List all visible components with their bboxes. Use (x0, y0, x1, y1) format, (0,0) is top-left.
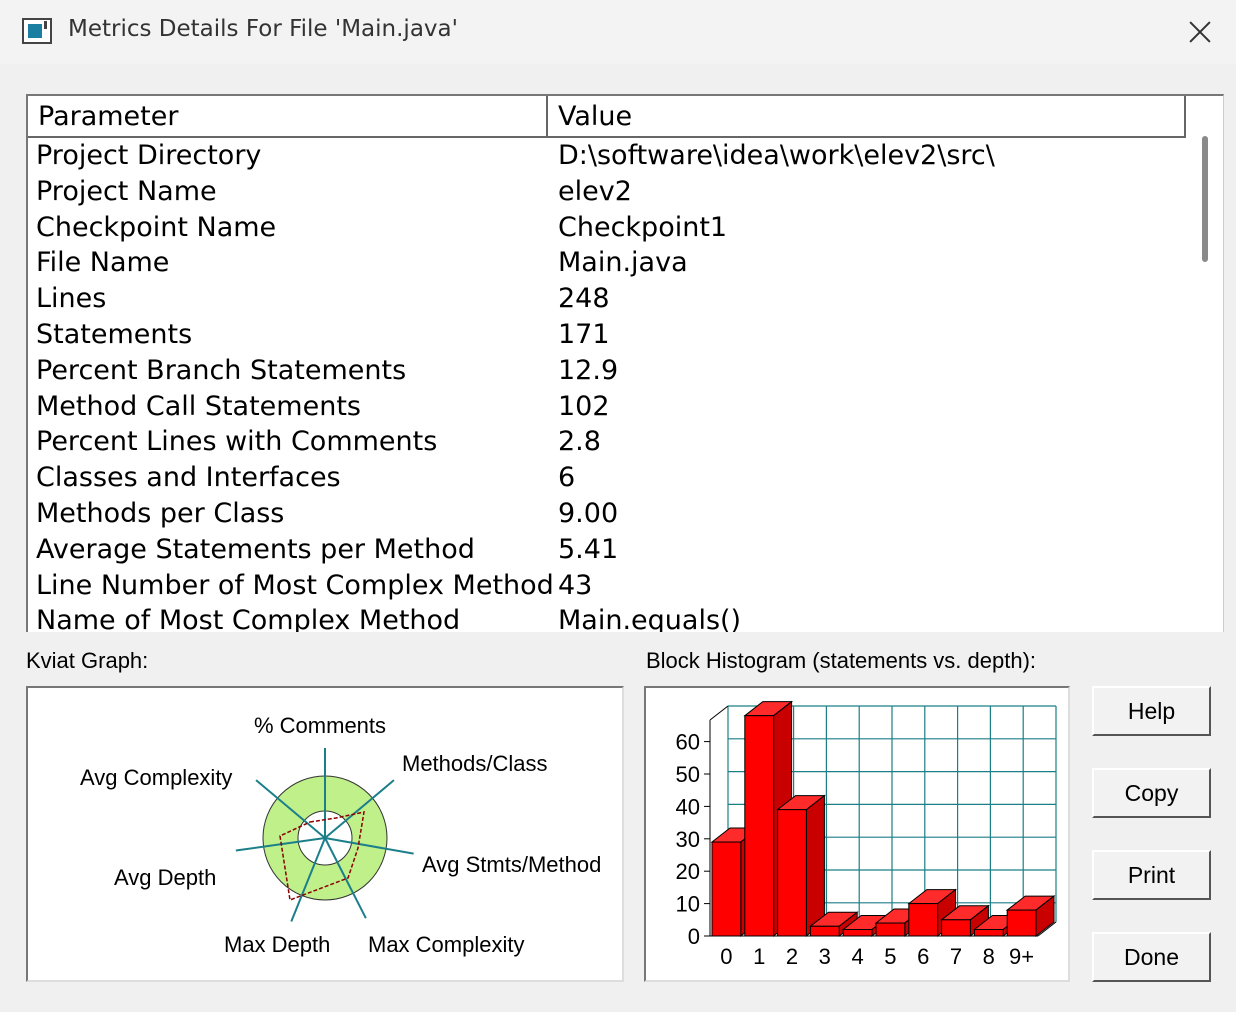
value-cell: elev2 (558, 175, 632, 207)
value-cell: 248 (558, 283, 610, 315)
table-header: Parameter Value (28, 96, 1186, 138)
x-tick-label: 1 (753, 944, 765, 969)
parameter-cell: Checkpoint Name (36, 211, 277, 243)
histogram-label: Block Histogram (statements vs. depth): (646, 648, 1037, 673)
value-cell: 9.00 (558, 497, 619, 529)
parameter-cell: Method Call Statements (36, 390, 361, 422)
table-row[interactable]: File Name Main.java (28, 247, 1186, 283)
kviat-axis-label-max-depth: Max Depth (224, 932, 330, 957)
table-row[interactable]: Line Number of Most Complex Method 43 (28, 570, 1186, 606)
bar (777, 809, 807, 937)
value-cell: Checkpoint1 (558, 211, 728, 243)
parameter-cell: Project Directory (36, 140, 262, 171)
table-row[interactable]: Percent Branch Statements 12.9 (28, 355, 1186, 391)
kviat-axis-label-max-complexity: Max Complexity (368, 932, 524, 957)
kviat-axis-label-avg-complexity: Avg Complexity (80, 765, 232, 790)
parameter-cell: Statements (36, 318, 193, 350)
block-histogram: 01020304050600 1 2 3 4 5 6 7 8 9+ (676, 700, 1057, 969)
bar (1006, 909, 1037, 937)
x-tick-label: 5 (884, 944, 896, 969)
copy-button[interactable]: Copy (1092, 768, 1211, 818)
parameter-cell: Average Statements per Method (36, 533, 475, 565)
x-tick-label: 8 (983, 944, 995, 969)
x-tick-label: 6 (917, 944, 929, 969)
y-tick-label: 10 (676, 892, 700, 917)
table-row[interactable]: Method Call Statements 102 (28, 391, 1186, 427)
y-tick-label: 50 (676, 762, 700, 787)
bar-side (805, 794, 825, 938)
parameter-cell: Percent Branch Statements (36, 354, 407, 386)
close-icon[interactable] (1180, 14, 1220, 50)
kviat-axis-label-comments: % Comments (254, 713, 386, 738)
value-cell: Main.equals() (558, 605, 742, 632)
table-row[interactable]: Checkpoint Name Checkpoint1 (28, 212, 1186, 248)
kviat-graph-panel: % Comments Methods/Class Avg Stmts/Metho… (26, 686, 624, 982)
help-button[interactable]: Help (1092, 686, 1211, 736)
table-row[interactable]: Average Statements per Method 5.41 (28, 534, 1186, 570)
parameter-cell: Methods per Class (36, 497, 285, 529)
value-cell: 171 (558, 318, 610, 350)
column-header-value[interactable]: Value (548, 96, 1186, 136)
bar (744, 715, 775, 937)
bar (908, 903, 939, 937)
value-cell: 2.8 (558, 426, 601, 458)
x-tick-label: 0 (720, 944, 732, 969)
y-tick-label: 20 (676, 859, 700, 884)
title-bar: Metrics Details For File 'Main.java' (0, 0, 1236, 64)
table-row[interactable]: Project Name elev2 (28, 176, 1186, 212)
value-cell: 6 (558, 462, 576, 494)
value-cell: 43 (558, 569, 593, 601)
y-tick-label: 40 (676, 794, 700, 819)
value-cell: Main.java (558, 247, 688, 279)
table-row[interactable]: Classes and Interfaces 6 (28, 462, 1186, 498)
x-tick-label: 7 (950, 944, 962, 969)
bar (809, 925, 840, 937)
x-tick-label: 3 (819, 944, 831, 969)
table-row[interactable]: Project Directory D:\software\idea\work\e… (28, 140, 1186, 176)
bar (973, 929, 1004, 937)
kviat-axis-label-methods-class: Methods/Class (402, 751, 548, 776)
parameter-cell: Classes and Interfaces (36, 462, 341, 494)
parameter-cell: Name of Most Complex Method (36, 605, 461, 632)
kviat-graph-label: Kviat Graph: (26, 648, 149, 673)
table-row[interactable]: Lines 248 (28, 283, 1186, 319)
app-icon (22, 18, 52, 44)
column-header-parameter[interactable]: Parameter (28, 96, 548, 136)
x-tick-label: 2 (786, 944, 798, 969)
y-tick-label: 60 (676, 730, 700, 755)
table-row[interactable]: Name of Most Complex Method Main.equals() (28, 605, 1186, 632)
parameter-cell: Line Number of Most Complex Method (36, 569, 554, 601)
parameter-cell: Project Name (36, 175, 217, 207)
kviat-axis-label-avg-stmts: Avg Stmts/Method (422, 852, 601, 877)
window-title: Metrics Details For File 'Main.java' (68, 16, 458, 42)
value-cell: 5.41 (558, 533, 619, 565)
bar (875, 922, 906, 937)
bar (842, 929, 873, 937)
parameter-cell: Percent Lines with Comments (36, 426, 438, 458)
metrics-table: Parameter Value Project Directory D:\soft… (26, 94, 1224, 632)
bar (711, 841, 742, 937)
print-button[interactable]: Print (1092, 850, 1211, 900)
parameter-cell: Lines (36, 283, 107, 315)
value-cell: 12.9 (558, 354, 619, 386)
vertical-scrollbar[interactable] (1202, 136, 1208, 262)
kviat-axis-label-avg-depth: Avg Depth (114, 865, 216, 890)
x-tick-label: 9+ (1009, 944, 1034, 969)
table-row[interactable]: Methods per Class 9.00 (28, 498, 1186, 534)
y-tick-label: 0 (688, 924, 700, 949)
done-button[interactable]: Done (1092, 932, 1211, 982)
histogram-panel: 0 10 20 30 40 50 60 0 1 2 3 4 5 6 7 8 9+ (644, 686, 1070, 982)
table-row[interactable]: Statements 171 (28, 319, 1186, 355)
value-cell: D:\software\idea\work\elev2\src\ (558, 140, 995, 171)
table-row[interactable]: Percent Lines with Comments 2.8 (28, 426, 1186, 462)
table-rows: Project Directory D:\software\idea\work\e… (28, 140, 1186, 632)
bar (941, 919, 971, 937)
parameter-cell: File Name (36, 247, 170, 279)
kviat-graph: % Comments Methods/Class Avg Stmts/Metho… (80, 713, 601, 957)
axis-edge (709, 705, 729, 721)
value-cell: 102 (558, 390, 610, 422)
x-tick-label: 4 (851, 944, 863, 969)
y-tick-label: 30 (676, 827, 700, 852)
